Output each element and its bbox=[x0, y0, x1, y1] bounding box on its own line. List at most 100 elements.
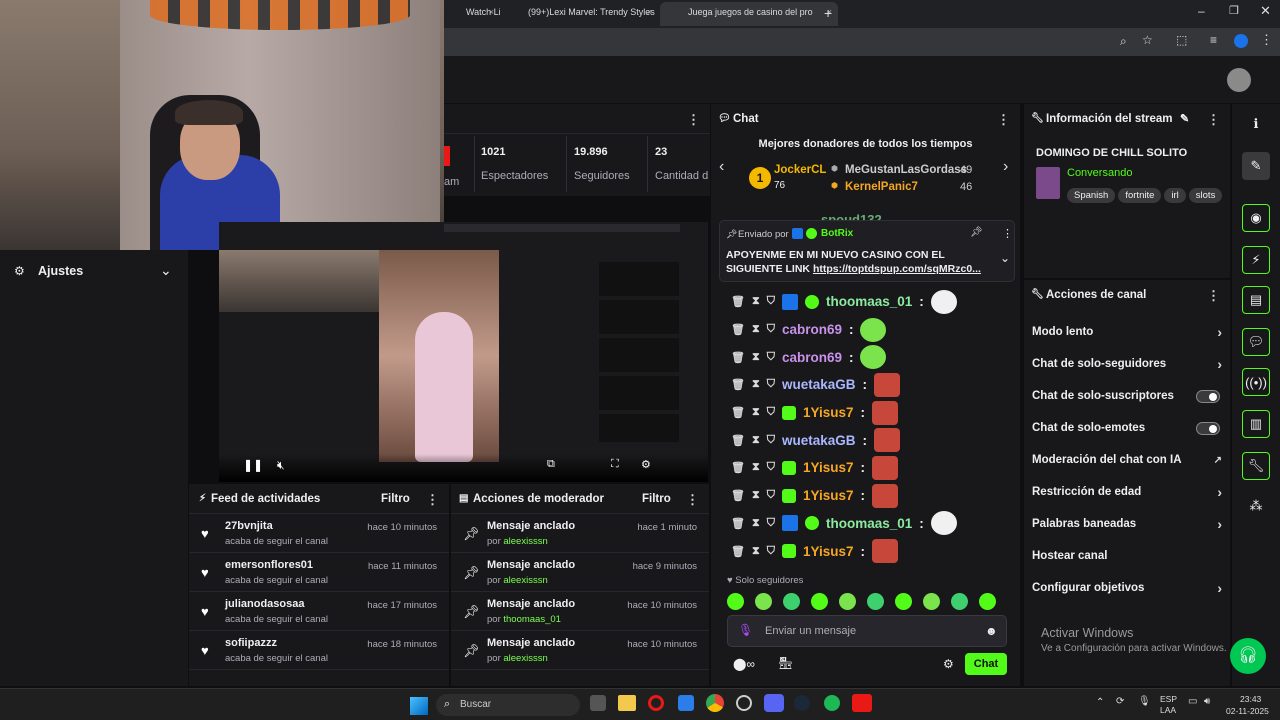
mod-action-item[interactable]: 📌︎ Mensaje anclado por aleexisssn hace 1 mi… bbox=[451, 514, 709, 553]
quick-emote-icon[interactable] bbox=[895, 593, 912, 610]
more-options-icon[interactable]: ⋮ bbox=[426, 492, 439, 508]
more-options-icon[interactable]: ⋮ bbox=[686, 492, 699, 508]
opera-icon[interactable] bbox=[648, 695, 664, 711]
zoom-icon[interactable]: ⌕ bbox=[1120, 34, 1127, 49]
delete-icon[interactable]: 🗑︎ bbox=[731, 461, 745, 474]
broadcast-icon[interactable]: ((•)) bbox=[1242, 368, 1270, 396]
channel-option[interactable]: Chat de solo-seguidores › bbox=[1024, 348, 1230, 380]
delete-icon[interactable]: 🗑︎ bbox=[731, 406, 745, 419]
volume-icon[interactable]: 🔊︎ bbox=[1204, 696, 1210, 707]
window-close-icon[interactable]: ✕ bbox=[1260, 3, 1271, 19]
browser-menu-icon[interactable]: ⋮ bbox=[1260, 32, 1273, 48]
chat-username[interactable]: wuetakaGB bbox=[782, 433, 856, 448]
timeout-icon[interactable]: ⧗ bbox=[752, 378, 760, 391]
camera-icon[interactable]: ◉ bbox=[1242, 204, 1270, 232]
activity-item[interactable]: ♥ julianodasosaa acaba de seguir el canal h… bbox=[189, 592, 449, 631]
more-options-icon[interactable]: ⋮ bbox=[1207, 288, 1220, 304]
browser-tab[interactable]: Watch Li × bbox=[438, 2, 500, 26]
mod-action-item[interactable]: 📌︎ Mensaje anclado por thoomaas_01 hace 10 … bbox=[451, 592, 709, 631]
spotify-icon[interactable] bbox=[824, 695, 840, 711]
clock-time[interactable]: 23:43 bbox=[1240, 694, 1261, 704]
ban-icon[interactable]: ⛉ bbox=[767, 434, 775, 447]
tag[interactable]: slots bbox=[1188, 188, 1223, 203]
settings-menu-item[interactable]: ⚙ Ajustes ⌄ bbox=[0, 256, 188, 286]
pinned-message[interactable]: 📌︎ Enviado por BotRix 📌︎ ⋮ APOYENME EN M… bbox=[719, 220, 1015, 282]
info-icon[interactable]: ℹ︎ bbox=[1242, 110, 1270, 138]
chat-username[interactable]: wuetakaGB bbox=[782, 377, 856, 392]
moderator-name[interactable]: aleexisssn bbox=[503, 653, 547, 664]
ban-icon[interactable]: ⛉ bbox=[767, 517, 775, 530]
chevron-right-icon[interactable]: › bbox=[1003, 158, 1008, 176]
ban-icon[interactable]: ⛉ bbox=[767, 406, 775, 419]
delete-icon[interactable]: 🗑︎ bbox=[731, 378, 745, 391]
channel-option[interactable]: Hostear canal bbox=[1024, 540, 1230, 572]
chat-message[interactable]: 🗑︎ ⧗ ⛉ wuetakaGB: bbox=[711, 426, 1020, 454]
task-view-icon[interactable] bbox=[590, 695, 606, 711]
quick-emote-icon[interactable] bbox=[867, 593, 884, 610]
quick-emote-icon[interactable] bbox=[979, 593, 996, 610]
settings-gear-icon[interactable]: ⚙ bbox=[641, 458, 651, 471]
chat-message[interactable]: 🗑︎ ⧗ ⛉ 1Yisus7: bbox=[711, 454, 1020, 482]
document-icon[interactable]: ▤ bbox=[1242, 286, 1270, 314]
stream-preview[interactable]: ❚❚ 🔇︎ ⧉ ⛶ ⚙ bbox=[219, 222, 708, 482]
timeout-icon[interactable]: ⧗ bbox=[752, 545, 760, 558]
fullscreen-icon[interactable]: ⛶ bbox=[611, 458, 619, 471]
quick-emote-icon[interactable] bbox=[811, 593, 828, 610]
chat-username[interactable]: 1Yisus7 bbox=[803, 488, 854, 503]
close-icon[interactable]: × bbox=[489, 7, 494, 17]
windows-start-icon[interactable] bbox=[410, 697, 428, 715]
tag[interactable]: Spanish bbox=[1067, 188, 1116, 203]
sync-icon[interactable]: ⟳ bbox=[1116, 696, 1124, 707]
delete-icon[interactable]: 🗑︎ bbox=[731, 295, 745, 308]
moderator-name[interactable]: aleexisssn bbox=[503, 536, 547, 547]
chat-message[interactable]: 🗑︎ ⧗ ⛉ thoomaas_01: bbox=[711, 510, 1020, 538]
chat-input[interactable]: 🎙︎ Enviar un mensaje ☻ bbox=[727, 615, 1007, 647]
chat-settings-icon[interactable]: ⚙ bbox=[943, 657, 954, 671]
ban-icon[interactable]: ⛉ bbox=[767, 461, 775, 474]
delete-icon[interactable]: 🗑︎ bbox=[731, 517, 745, 530]
display-icon[interactable]: ▭ bbox=[1188, 696, 1197, 707]
store-icon[interactable]: 🏪︎ bbox=[778, 656, 793, 670]
pause-icon[interactable]: ❚❚ bbox=[243, 458, 263, 472]
timeout-icon[interactable]: ⧗ bbox=[752, 323, 760, 336]
channel-option[interactable]: Configurar objetivos › bbox=[1024, 572, 1230, 604]
timeout-icon[interactable]: ⧗ bbox=[752, 434, 760, 447]
support-headset-icon[interactable]: 🎧︎ bbox=[1230, 638, 1266, 674]
delete-icon[interactable]: 🗑︎ bbox=[731, 489, 745, 502]
activity-item[interactable]: ♥ 27bvnjita acaba de seguir el canal hace 1… bbox=[189, 514, 449, 553]
timeout-icon[interactable]: ⧗ bbox=[752, 406, 760, 419]
new-tab-button[interactable]: + bbox=[824, 5, 832, 21]
delete-icon[interactable]: 🗑︎ bbox=[731, 545, 745, 558]
browser-tab-active[interactable]: Juega juegos de casino del pro × bbox=[660, 2, 838, 26]
timeout-icon[interactable]: ⧗ bbox=[752, 351, 760, 364]
extensions-icon[interactable]: ⬚ bbox=[1176, 33, 1187, 47]
more-options-icon[interactable]: ⋮ bbox=[687, 112, 700, 128]
ban-icon[interactable]: ⛉ bbox=[767, 323, 775, 336]
chat-username[interactable]: 1Yisus7 bbox=[803, 405, 854, 420]
chat-username[interactable]: 1Yisus7 bbox=[803, 460, 854, 475]
moderator-name[interactable]: thoomaas_01 bbox=[503, 614, 561, 625]
chat-username[interactable]: cabron69 bbox=[782, 322, 842, 337]
chat-message[interactable]: 🗑︎ ⧗ ⛉ 1Yisus7: bbox=[711, 399, 1020, 427]
edit-icon[interactable]: ✎ bbox=[1242, 152, 1270, 180]
unpin-icon[interactable]: 📌︎ bbox=[970, 227, 983, 238]
bookmark-star-icon[interactable]: ☆ bbox=[1142, 33, 1153, 47]
lightning-icon[interactable]: ⚡︎ bbox=[1242, 246, 1270, 274]
discord-icon[interactable] bbox=[764, 694, 784, 712]
chat-message[interactable]: 🗑︎ ⧗ ⛉ thoomaas_01: bbox=[711, 288, 1020, 316]
app-icon[interactable] bbox=[852, 694, 872, 712]
tray-chevron-icon[interactable]: ⌃ bbox=[1096, 697, 1104, 708]
connections-icon[interactable]: ⁂ bbox=[1242, 492, 1270, 520]
chat-username[interactable]: cabron69 bbox=[782, 350, 842, 365]
channel-option[interactable]: Moderación del chat con IA ↗ bbox=[1024, 444, 1230, 476]
delete-icon[interactable]: 🗑︎ bbox=[731, 351, 745, 364]
more-options-icon[interactable]: ⋮ bbox=[997, 112, 1010, 128]
quick-emote-icon[interactable] bbox=[755, 593, 772, 610]
filter-button[interactable]: Filtro bbox=[642, 493, 671, 505]
quick-emote-icon[interactable] bbox=[727, 593, 744, 610]
wrench-icon[interactable]: 🔧︎ bbox=[1242, 452, 1270, 480]
chat-username[interactable]: thoomaas_01 bbox=[826, 294, 912, 309]
chat-message[interactable]: 🗑︎ ⧗ ⛉ 1Yisus7: bbox=[711, 537, 1020, 565]
channel-option[interactable]: Chat de solo-suscriptores bbox=[1024, 380, 1230, 412]
ban-icon[interactable]: ⛉ bbox=[767, 378, 775, 391]
